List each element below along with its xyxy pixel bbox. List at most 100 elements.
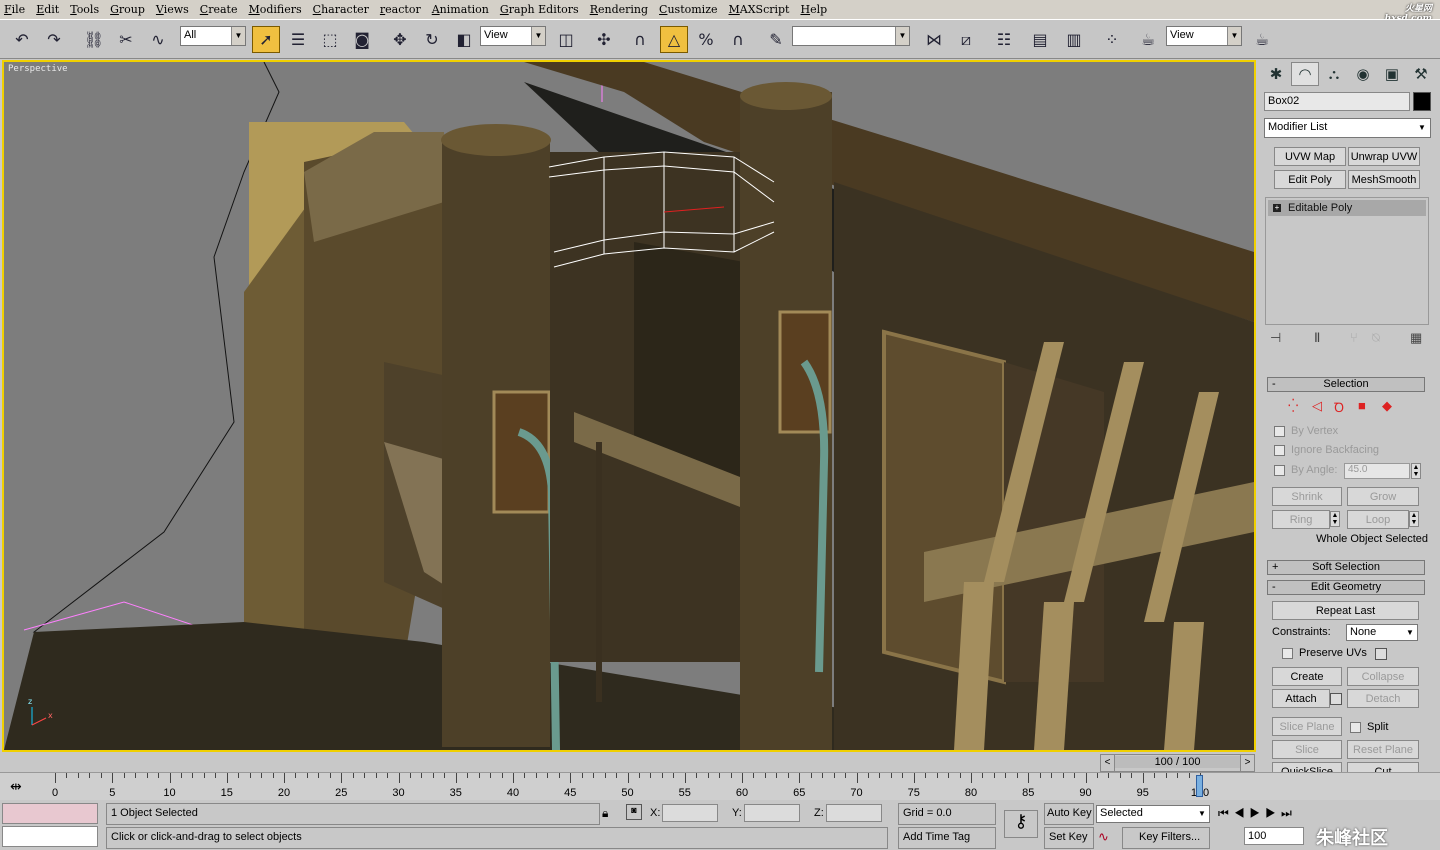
reference-coordinate-dropdown[interactable]: View ▼ xyxy=(480,26,546,46)
motion-tab-icon[interactable]: ◉ xyxy=(1349,62,1377,86)
x-coord-field[interactable] xyxy=(662,804,718,822)
utilities-tab-icon[interactable]: ⚒ xyxy=(1407,62,1435,86)
object-name-field[interactable]: Box02 xyxy=(1264,92,1410,111)
slice-plane-button[interactable]: Slice Plane xyxy=(1272,717,1342,736)
chevron-left-icon[interactable]: < xyxy=(1101,755,1115,771)
curve-editor-icon[interactable]: ▤ xyxy=(1026,26,1054,53)
expand-plus-icon[interactable]: + xyxy=(1273,204,1281,212)
collapse-button[interactable]: Collapse xyxy=(1347,667,1419,686)
pin-stack-icon[interactable]: ⊣ xyxy=(1270,330,1281,346)
edge-mode-icon[interactable]: ◁ xyxy=(1312,398,1322,414)
spinner-arrows-icon[interactable]: ▲ ▼ xyxy=(1411,463,1421,479)
material-editor-icon[interactable]: ⁘ xyxy=(1098,26,1126,53)
current-frame-field[interactable]: 100 xyxy=(1244,827,1304,845)
meshsmooth-button[interactable]: MeshSmooth xyxy=(1348,170,1420,189)
repeat-last-button[interactable]: Repeat Last xyxy=(1272,601,1419,620)
selection-rollout-header[interactable]: - Selection xyxy=(1267,377,1425,392)
grow-button[interactable]: Grow xyxy=(1347,487,1419,506)
attach-list-icon[interactable] xyxy=(1330,693,1342,705)
ring-button[interactable]: Ring xyxy=(1272,510,1330,529)
menu-file[interactable]: File xyxy=(4,3,25,16)
maxscript-listener-mini[interactable] xyxy=(2,803,98,824)
ring-spinner-icon[interactable]: ▲ ▼ xyxy=(1330,511,1340,527)
align-icon[interactable]: ⧄ xyxy=(952,26,980,53)
menu-modifiers[interactable]: Modifiers xyxy=(248,3,301,16)
attach-button[interactable]: Attach xyxy=(1272,689,1330,708)
menu-help[interactable]: Help xyxy=(800,3,827,16)
vertex-mode-icon[interactable]: ⁛ xyxy=(1288,398,1298,414)
modifier-list-dropdown[interactable]: Modifier List ▼ xyxy=(1264,118,1431,138)
by-vertex-checkbox[interactable]: By Vertex xyxy=(1274,425,1338,437)
absolute-mode-icon[interactable]: ◙ xyxy=(626,804,642,820)
border-mode-icon[interactable]: Ꝺ xyxy=(1334,398,1344,416)
menu-maxscript[interactable]: MAXScript xyxy=(729,3,790,16)
render-scene-icon[interactable]: ☕ xyxy=(1134,26,1162,53)
go-to-start-icon[interactable]: ⏮ xyxy=(1218,806,1234,820)
pivot-center-icon[interactable]: ◫ xyxy=(552,26,580,53)
object-color-swatch[interactable] xyxy=(1413,92,1431,111)
default-tangents-icon[interactable]: ∿ xyxy=(1098,829,1109,845)
add-time-tag-button[interactable]: Add Time Tag xyxy=(898,827,996,849)
quick-render-icon[interactable]: ☕ xyxy=(1248,26,1276,53)
open-mini-curve-editor-icon[interactable]: ⇹ xyxy=(10,778,22,795)
go-to-end-icon[interactable]: ⏭ xyxy=(1281,806,1297,820)
detach-button[interactable]: Detach xyxy=(1347,689,1419,708)
polygon-mode-icon[interactable]: ■ xyxy=(1358,398,1366,413)
preserve-uvs-checkbox[interactable]: Preserve UVs xyxy=(1282,647,1367,659)
track-bar[interactable]: ⇹ 0 5 10 15 20 25 30 35 40 45 50 55 60 65 70 75 80 85 90 95… xyxy=(0,772,1440,800)
configure-modifier-sets-icon[interactable]: ▦ xyxy=(1410,330,1422,346)
y-coord-field[interactable] xyxy=(744,804,800,822)
menu-reactor[interactable]: reactor xyxy=(380,3,421,16)
create-button[interactable]: Create xyxy=(1272,667,1342,686)
layer-manager-icon[interactable]: ☷ xyxy=(990,26,1018,53)
next-frame-icon[interactable]: ▶ xyxy=(1265,806,1281,820)
by-angle-checkbox[interactable]: By Angle: xyxy=(1274,464,1337,476)
key-mode-dropdown[interactable]: Selected ▼ xyxy=(1096,805,1210,823)
scale-icon[interactable]: ◧ xyxy=(450,26,478,53)
perspective-viewport[interactable]: Perspective z x xyxy=(2,60,1256,752)
unlink-icon[interactable]: ✂ xyxy=(112,26,140,53)
menu-create[interactable]: Create xyxy=(200,3,238,16)
constraints-dropdown[interactable]: None ▼ xyxy=(1346,624,1418,641)
loop-button[interactable]: Loop xyxy=(1347,510,1409,529)
undo-icon[interactable]: ↶ xyxy=(8,26,36,53)
select-by-name-icon[interactable]: ☰ xyxy=(284,26,312,53)
play-icon[interactable]: ▶ xyxy=(1250,806,1266,820)
window-crossing-icon[interactable]: ◙ xyxy=(348,26,376,53)
rotate-icon[interactable]: ↻ xyxy=(418,26,446,53)
menu-views[interactable]: Views xyxy=(156,3,189,16)
ignore-backfacing-checkbox[interactable]: Ignore Backfacing xyxy=(1274,444,1379,456)
select-object-icon[interactable]: ➚ xyxy=(252,26,280,53)
hierarchy-tab-icon[interactable]: ⛬ xyxy=(1320,62,1348,86)
link-icon[interactable]: ⛓ xyxy=(80,26,108,53)
render-view-dropdown[interactable]: View ▼ xyxy=(1166,26,1242,46)
maxscript-input-mini[interactable] xyxy=(2,826,98,847)
chevron-right-icon[interactable]: > xyxy=(1240,755,1254,771)
schematic-view-icon[interactable]: ▥ xyxy=(1060,26,1088,53)
element-mode-icon[interactable]: ◆ xyxy=(1382,398,1392,414)
menu-tools[interactable]: Tools xyxy=(70,3,99,16)
stack-item-editable-poly[interactable]: + Editable Poly xyxy=(1268,200,1426,216)
modify-tab-icon[interactable]: ◠ xyxy=(1291,62,1319,86)
make-unique-icon[interactable]: ⑂ xyxy=(1350,330,1358,345)
uvw-map-button[interactable]: UVW Map xyxy=(1274,147,1346,166)
previous-frame-icon[interactable]: ◀ xyxy=(1234,806,1250,820)
menu-customize[interactable]: Customize xyxy=(659,3,717,16)
spinner-snap-icon[interactable]: ∩ xyxy=(724,26,752,53)
mirror-icon[interactable]: ⋈ xyxy=(920,26,948,53)
time-slider[interactable]: < 100 / 100 > xyxy=(1100,754,1255,772)
manipulate-icon[interactable]: ✣ xyxy=(590,26,618,53)
lock-selection-icon[interactable]: 🔒︎ xyxy=(602,806,608,821)
rectangular-selection-icon[interactable]: ⬚ xyxy=(316,26,344,53)
unwrap-uvw-button[interactable]: Unwrap UVW xyxy=(1348,147,1420,166)
loop-spinner-icon[interactable]: ▲ ▼ xyxy=(1409,511,1419,527)
shrink-button[interactable]: Shrink xyxy=(1272,487,1342,506)
redo-icon[interactable]: ↷ xyxy=(40,26,68,53)
current-frame-marker[interactable] xyxy=(1196,775,1203,797)
set-key-button[interactable]: Set Key xyxy=(1044,827,1094,849)
preserve-uvs-settings-icon[interactable] xyxy=(1375,648,1387,660)
selection-filter-dropdown[interactable]: All ▼ xyxy=(180,26,246,46)
menu-animation[interactable]: Animation xyxy=(432,3,489,16)
slice-button[interactable]: Slice xyxy=(1272,740,1342,759)
edit-geometry-rollout-header[interactable]: - Edit Geometry xyxy=(1267,580,1425,595)
